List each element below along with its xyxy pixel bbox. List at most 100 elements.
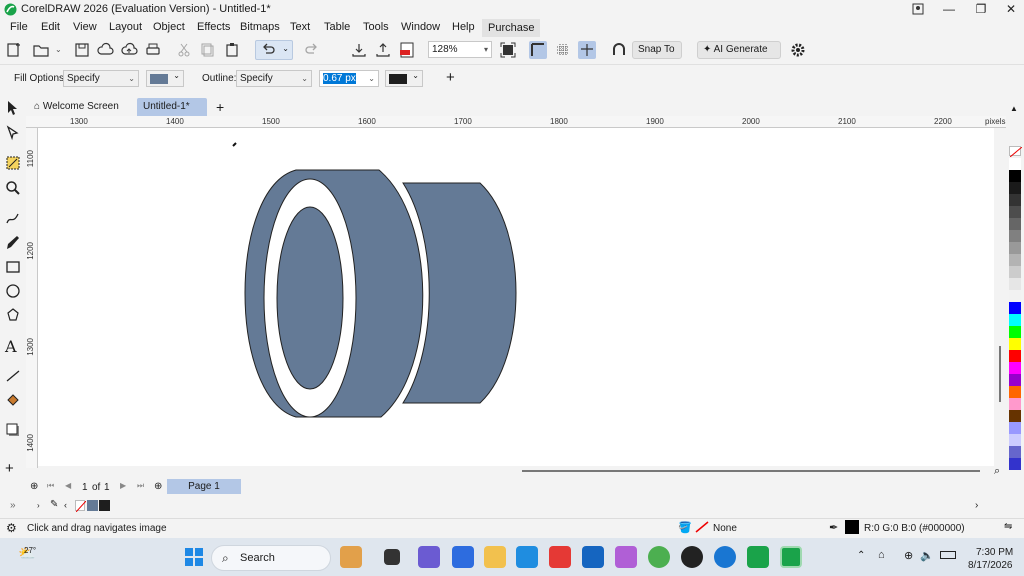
doc-swatch-fill[interactable] [87, 500, 98, 511]
previous-page-icon[interactable]: ◀ [65, 481, 71, 490]
copilot-app-icon[interactable] [615, 546, 637, 568]
add-tool-icon[interactable]: + [5, 460, 21, 477]
zoom-tool-icon[interactable] [5, 180, 21, 196]
m365-app-icon[interactable] [418, 546, 440, 568]
open-icon[interactable] [32, 41, 50, 59]
snap-magnet-icon[interactable] [610, 41, 628, 59]
next-page-icon[interactable]: ▶ [120, 481, 126, 490]
palette-swatch[interactable] [1009, 446, 1021, 458]
last-page-icon[interactable]: ⏭ [137, 481, 144, 491]
help-icon[interactable] [912, 3, 924, 15]
page-1-tab[interactable]: Page 1 [167, 479, 241, 494]
palette-swatch[interactable] [1009, 158, 1021, 170]
freehand-tool-icon[interactable] [5, 210, 21, 226]
file-explorer-icon[interactable] [484, 546, 506, 568]
eyedropper-icon[interactable]: ✎ [50, 499, 58, 510]
snap-to-button[interactable]: Snap To ⌄ [632, 41, 682, 70]
shape-tool-icon[interactable] [5, 125, 21, 141]
menu-effects[interactable]: Effects [197, 21, 230, 33]
language-icon[interactable]: ⊕ [904, 549, 913, 562]
add-page-start-icon[interactable]: ⊕ [30, 481, 38, 492]
chatgpt-app-icon[interactable] [681, 546, 703, 568]
fill-color-picker[interactable]: ⌄ [146, 70, 184, 87]
ellipse-tool-icon[interactable] [5, 283, 21, 299]
store-app-icon[interactable] [516, 546, 538, 568]
coreldraw-active-taskbar-icon[interactable] [780, 546, 802, 568]
menu-layout[interactable]: Layout [109, 21, 142, 33]
scrollbar-thumb[interactable] [999, 346, 1001, 402]
menu-help[interactable]: Help [452, 21, 475, 33]
widget-app-icon[interactable] [340, 546, 362, 568]
paste-icon[interactable] [223, 41, 241, 59]
youtube-app-icon[interactable] [549, 546, 571, 568]
palette-swatch[interactable] [1009, 410, 1021, 422]
drawing-canvas[interactable] [38, 128, 994, 466]
palette-swatch[interactable] [1009, 362, 1021, 374]
vertical-scrollbar[interactable] [994, 128, 1006, 466]
show-rulers-icon[interactable] [529, 41, 547, 59]
connector-tool-icon[interactable] [5, 368, 21, 384]
menu-edit[interactable]: Edit [41, 21, 60, 33]
outlook-app-icon[interactable] [582, 546, 604, 568]
menu-window[interactable]: Window [401, 21, 440, 33]
lens-glass-shape[interactable] [276, 206, 344, 390]
print-icon[interactable] [144, 41, 162, 59]
new-tab-button[interactable]: + [210, 98, 230, 116]
add-property-icon[interactable]: + [446, 69, 455, 86]
drop-shadow-icon[interactable] [5, 422, 21, 438]
palette-swatch[interactable] [1009, 422, 1021, 434]
undo-chevron-icon[interactable]: ⌄ [282, 44, 289, 53]
palette-scroll-up-icon[interactable]: ▲ [1010, 104, 1018, 113]
artistic-media-icon[interactable] [5, 235, 21, 251]
palette-swatch[interactable] [1009, 302, 1021, 314]
settings-gear-icon[interactable]: ⚙ [6, 521, 17, 535]
palette-swatch[interactable] [1009, 242, 1021, 254]
chevron-right-icon[interactable]: › [37, 501, 40, 510]
palette-swatch[interactable] [1009, 206, 1021, 218]
export-icon[interactable] [374, 41, 392, 59]
show-grid-icon[interactable] [554, 41, 572, 59]
publish-pdf-icon[interactable] [398, 41, 416, 59]
chevron-right-icon[interactable]: › [975, 500, 978, 511]
fill-tool-icon[interactable] [5, 392, 21, 408]
import-icon[interactable] [350, 41, 368, 59]
new-document-icon[interactable] [5, 41, 23, 59]
palette-swatch[interactable] [1009, 266, 1021, 278]
no-color-swatch[interactable] [1009, 146, 1023, 158]
vertical-ruler[interactable] [26, 128, 38, 468]
polygon-tool-icon[interactable] [5, 307, 21, 323]
palette-swatch[interactable] [1009, 338, 1021, 350]
fill-options-select[interactable]: Specify ⌄ [63, 70, 139, 87]
horizontal-scrollbar-thumb[interactable] [522, 470, 980, 472]
text-tool-icon[interactable]: A [5, 337, 21, 356]
xmind-app-icon[interactable] [452, 546, 474, 568]
palette-swatch[interactable] [1009, 350, 1021, 362]
add-page-end-icon[interactable]: ⊕ [154, 481, 162, 492]
edge-app-icon[interactable] [714, 546, 736, 568]
menu-tools[interactable]: Tools [363, 21, 389, 33]
menu-text[interactable]: Text [290, 21, 310, 33]
doc-swatch-outline[interactable] [99, 500, 110, 511]
windows-start-icon[interactable] [184, 547, 204, 567]
volume-icon[interactable]: 🔈 [920, 549, 934, 562]
palette-swatch[interactable] [1009, 374, 1021, 386]
coreldraw-taskbar-icon[interactable] [747, 546, 769, 568]
menu-object[interactable]: Object [153, 21, 185, 33]
zoom-level-select[interactable]: 128% ▾ [428, 41, 492, 58]
doc-no-color-swatch[interactable] [75, 500, 87, 513]
battery-icon[interactable] [940, 551, 956, 559]
menu-purchase[interactable]: Purchase [482, 19, 541, 37]
crop-tool-icon[interactable] [5, 155, 21, 171]
save-icon[interactable] [73, 41, 91, 59]
tray-chevron-icon[interactable]: ⌃ [857, 550, 865, 561]
menu-file[interactable]: File [10, 21, 28, 33]
palette-swatch[interactable] [1009, 398, 1021, 410]
redo-icon[interactable] [303, 41, 321, 59]
palette-swatch[interactable] [1009, 254, 1021, 266]
palette-swatch[interactable] [1009, 458, 1021, 470]
close-button[interactable]: ✕ [996, 0, 1024, 19]
undo-button[interactable]: ⌄ [255, 40, 293, 60]
palette-swatch[interactable] [1009, 194, 1021, 206]
menu-table[interactable]: Table [324, 21, 350, 33]
palette-swatch[interactable] [1009, 278, 1021, 290]
